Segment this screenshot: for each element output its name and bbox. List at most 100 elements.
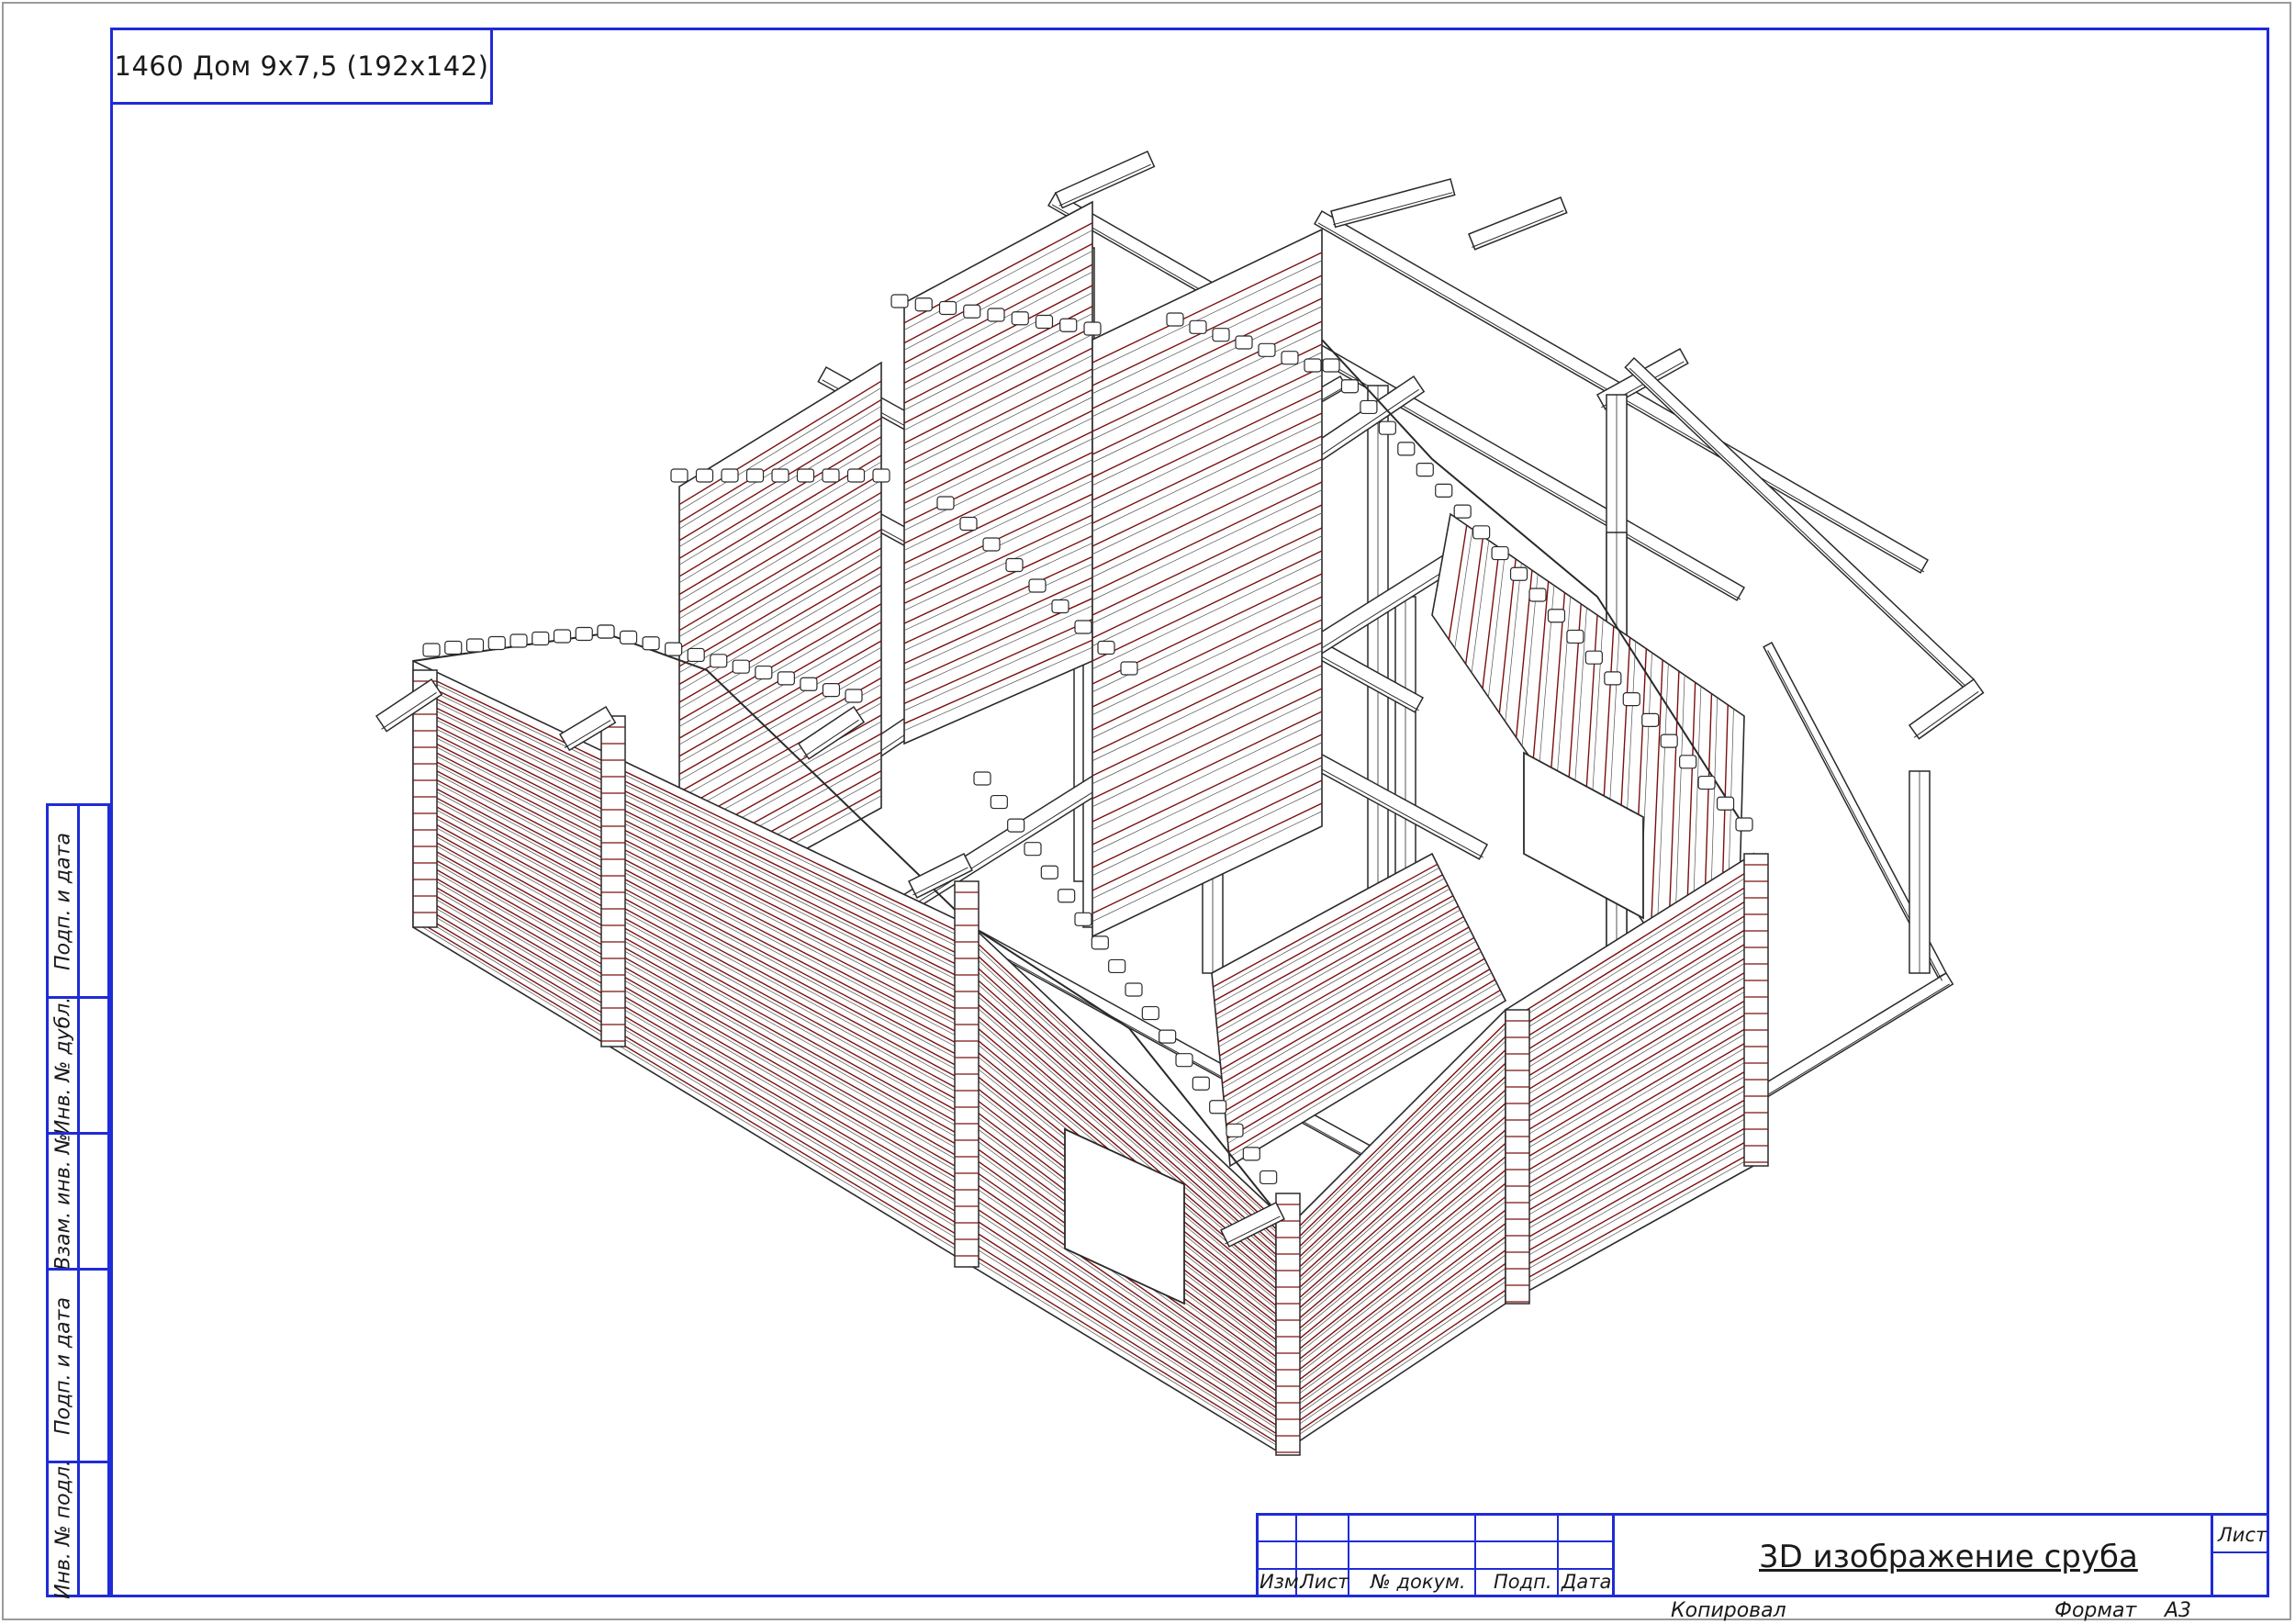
log-end — [963, 304, 981, 319]
log-end — [1472, 525, 1491, 540]
log-end — [1091, 935, 1109, 950]
log-end — [938, 300, 957, 316]
log-end — [1378, 420, 1396, 435]
log-end — [642, 636, 660, 651]
log-end — [1360, 399, 1378, 415]
col-signature: Подп. — [1494, 1571, 1552, 1593]
log-end — [1660, 734, 1678, 748]
log-end — [732, 659, 750, 674]
log-end — [1040, 865, 1058, 879]
format-label: Формат — [2054, 1599, 2137, 1622]
log-end — [1005, 557, 1024, 573]
log-end — [532, 631, 550, 646]
project-stamp: 1460 Дом 9x7,5 (192x142) — [110, 28, 493, 105]
log-end — [1716, 796, 1735, 811]
title-block: Изм. Лист № докум. Подп. Дата 3D изображ… — [1256, 1513, 2269, 1597]
log-end — [1074, 620, 1092, 634]
log-end — [1604, 671, 1622, 686]
rafter-end — [1468, 196, 1568, 251]
log-end — [1159, 1029, 1177, 1044]
log-end — [1024, 842, 1042, 857]
log-end — [687, 647, 705, 663]
log-end — [597, 624, 615, 639]
log-end — [665, 642, 683, 656]
log-end — [710, 654, 728, 668]
log-end — [990, 794, 1008, 810]
log-end — [465, 638, 485, 653]
log-end — [1083, 321, 1102, 336]
project-title: 1460 Дом 9x7,5 (192x142) — [114, 50, 489, 82]
log-end — [1059, 318, 1078, 332]
log-end — [670, 468, 688, 483]
log-end — [800, 677, 818, 691]
log-end — [1035, 314, 1054, 330]
side-cell-dup-inv: Инв. № дубл. — [46, 996, 110, 1135]
log-end — [1074, 912, 1092, 926]
log-end — [422, 643, 441, 657]
log-end — [1007, 818, 1025, 833]
side-cell-orig-inv: Инв. № подл. — [46, 1459, 110, 1599]
log-end — [771, 468, 789, 483]
corner-logs — [600, 715, 626, 1047]
log-end — [777, 671, 795, 686]
log-end — [1125, 982, 1143, 997]
log-end — [1641, 712, 1660, 727]
log-end — [1566, 629, 1584, 644]
log-end — [1304, 358, 1322, 373]
log-end — [1679, 755, 1697, 769]
log-end — [1622, 692, 1640, 707]
log-end — [695, 468, 714, 483]
log-end — [1259, 1170, 1278, 1185]
log-end — [1584, 650, 1603, 665]
side-label: Взам. инв. № — [51, 1132, 74, 1271]
rafter-end — [1055, 151, 1156, 209]
log-end — [973, 771, 991, 786]
corner-logs — [1275, 1193, 1301, 1456]
log-end — [1189, 319, 1207, 334]
log-end — [509, 633, 528, 648]
log-end — [845, 689, 863, 703]
log-end — [1281, 351, 1299, 365]
gable-wall — [903, 200, 1093, 745]
log-house-3d-drawing — [375, 151, 1985, 1456]
log-end — [1141, 1005, 1159, 1021]
col-doc-number: № докум. — [1371, 1571, 1466, 1593]
log-end — [1435, 483, 1453, 498]
log-end — [1491, 545, 1509, 561]
log-end — [1011, 311, 1029, 326]
side-cell-replace-inv: Взам. инв. № — [46, 1132, 110, 1271]
log-end — [982, 537, 1001, 552]
log-end — [872, 468, 890, 483]
log-end — [1735, 817, 1753, 832]
log-end — [1547, 609, 1566, 623]
side-stamp: Подп. и дата Инв. № дубл. Взам. инв. № П… — [46, 803, 110, 1599]
sheet-title: 3D изображение сруба — [1759, 1539, 2138, 1575]
log-end — [1108, 958, 1126, 974]
log-end — [1212, 328, 1230, 342]
log-end — [1697, 775, 1716, 790]
log-end — [959, 516, 978, 532]
format-value: A3 — [2165, 1599, 2192, 1622]
log-end — [1192, 1076, 1210, 1091]
log-end — [575, 626, 593, 642]
log-end — [1058, 889, 1076, 903]
log-end — [1340, 379, 1360, 394]
log-end — [755, 665, 773, 680]
log-end — [822, 683, 841, 698]
log-end — [1258, 342, 1276, 357]
log-end — [1166, 312, 1184, 327]
log-end — [796, 468, 815, 483]
log-end — [936, 496, 955, 510]
side-label: Инв. № дубл. — [51, 996, 74, 1135]
log-end — [1226, 1123, 1244, 1137]
log-end — [487, 635, 506, 651]
log-end — [1209, 1100, 1227, 1114]
log-end — [1397, 442, 1416, 456]
log-end — [745, 468, 765, 483]
log-end — [914, 297, 933, 312]
side-label: Инв. № подл. — [51, 1459, 74, 1599]
log-end — [1120, 661, 1138, 676]
col-izm: Изм. — [1259, 1571, 1305, 1593]
col-date: Дата — [1562, 1571, 1612, 1593]
log-end — [619, 630, 638, 644]
